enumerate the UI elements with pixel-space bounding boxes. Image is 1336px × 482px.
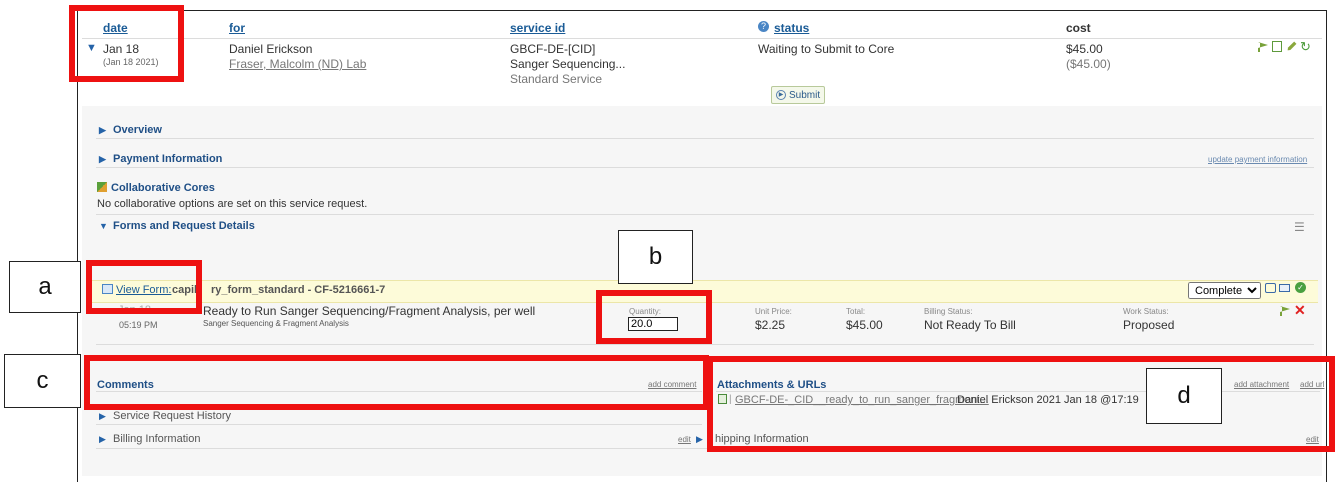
service-request-history-label: Service Request History [113, 410, 231, 422]
shipping-information-label[interactable]: hipping Information [715, 433, 809, 445]
update-payment-information-link[interactable]: update payment information [1208, 155, 1307, 164]
request-date: Jan 18 [103, 42, 140, 56]
refresh-icon[interactable]: ↻ [1300, 40, 1311, 53]
add-comment-link[interactable]: add comment [648, 380, 696, 389]
request-service-name: Sanger Sequencing... [510, 57, 626, 71]
form-name-end: ry_form_standard - CF-5216661-7 [211, 284, 386, 296]
attachments-divider [716, 391, 1320, 392]
unit-price-label: Unit Price: [755, 307, 792, 316]
payment-information-toggle[interactable]: ▶ Payment Information [99, 153, 222, 165]
header-divider [82, 38, 1322, 39]
view-form-link[interactable]: View Form: [116, 284, 171, 296]
expand-arrow-icon: ▶ [99, 434, 106, 444]
submit-button[interactable]: ▶ Submit [771, 86, 825, 104]
line-item-time: 05:19 PM [119, 320, 158, 330]
forms-request-details-toggle[interactable]: ▼ Forms and Request Details [99, 220, 255, 232]
overview-label: Overview [113, 124, 162, 136]
copy-icon[interactable] [1272, 41, 1282, 52]
collaborative-cores-icon [97, 182, 107, 192]
expand-arrow-icon: ▶ [99, 125, 106, 135]
forms-request-details-label: Forms and Request Details [113, 220, 255, 232]
delete-icon[interactable]: ✕ [1294, 302, 1306, 319]
request-cost-paren: ($45.00) [1066, 57, 1111, 71]
billing-information-toggle[interactable]: ▶ Billing Information [99, 433, 200, 445]
attachment-file-link[interactable]: GBCF-DE-_CID__ready_to_run_sanger_fragme… [735, 394, 989, 406]
callout-label-d: d [1146, 368, 1222, 424]
billing-status-value: Not Ready To Bill [924, 318, 1016, 332]
work-status-value: Proposed [1123, 318, 1175, 332]
callout-label-b: b [618, 230, 693, 284]
collaborative-cores-text: No collaborative options are set on this… [97, 198, 368, 210]
attachments-title: Attachments & URLs [717, 379, 827, 391]
total-label: Total: [846, 307, 866, 316]
payment-information-label: Payment Information [113, 153, 223, 165]
service-request-history-toggle[interactable]: ▶ Service Request History [99, 410, 231, 422]
request-service-id: GBCF-DE-[CID] [510, 42, 596, 56]
line-item-divider [96, 344, 1314, 345]
column-header-status[interactable]: status [774, 21, 809, 35]
column-header-service-id[interactable]: service id [510, 21, 565, 35]
flag-icon[interactable] [1258, 42, 1268, 52]
request-for-lab-link[interactable]: Fraser, Malcolm (ND) Lab [229, 57, 366, 71]
comments-title: Comments [97, 379, 154, 391]
form-document-icon [102, 284, 113, 294]
check-circle-icon[interactable]: ✓ [1295, 282, 1306, 293]
line-item-subtitle: Sanger Sequencing & Fragment Analysis [203, 319, 349, 328]
collab-divider [96, 214, 1314, 215]
request-service-type: Standard Service [510, 72, 603, 86]
shipping-expand-arrow-icon[interactable]: ▶ [696, 434, 703, 445]
collapse-arrow-icon: ▼ [99, 221, 108, 231]
request-cost: $45.00 [1066, 42, 1103, 56]
billing-status-label: Billing Status: [924, 307, 973, 316]
form-name-start: capil [172, 284, 198, 296]
billing-edit-link[interactable]: edit [678, 435, 691, 444]
status-help-icon[interactable]: ? [758, 21, 769, 32]
work-status-label: Work Status: [1123, 307, 1169, 316]
quantity-label: Quantity: [629, 307, 662, 316]
history-divider [96, 424, 702, 425]
play-circle-icon: ▶ [776, 90, 786, 100]
payment-divider [96, 167, 1314, 168]
collaborative-cores-label: Collaborative Cores [111, 182, 215, 194]
total-value: $45.00 [846, 318, 883, 332]
billing-information-label: Billing Information [113, 433, 201, 445]
overview-toggle[interactable]: ▶ Overview [99, 124, 162, 136]
line-item-title: Ready to Run Sanger Sequencing/Fragment … [203, 304, 536, 318]
comments-divider [96, 391, 702, 392]
callout-label-c: c [4, 354, 81, 408]
email-icon[interactable] [1279, 284, 1290, 292]
edit-icon[interactable] [1284, 39, 1300, 55]
line-item-date: Jan 18 [118, 304, 152, 316]
request-status: Waiting to Submit to Core [758, 42, 895, 56]
quantity-input[interactable] [628, 317, 678, 331]
request-for-name: Daniel Erickson [229, 42, 313, 56]
expand-arrow-icon: ▶ [99, 154, 106, 164]
column-header-date[interactable]: date [103, 21, 128, 35]
collaborative-cores-title: Collaborative Cores [97, 182, 215, 194]
submit-button-label: Submit [789, 89, 821, 101]
attachment-file-meta: Daniel Erickson 2021 Jan 18 @17:19 [957, 394, 1139, 406]
add-attachment-link[interactable]: add attachment [1234, 380, 1289, 389]
column-header-for[interactable]: for [229, 21, 245, 35]
column-header-cost: cost [1066, 21, 1091, 35]
form-status-select[interactable]: Completed [1188, 282, 1261, 299]
file-separator: | [729, 394, 732, 405]
expand-arrow-icon: ▶ [99, 411, 106, 421]
add-url-link[interactable]: add url [1300, 380, 1324, 389]
bottom-divider [96, 448, 1314, 449]
overview-divider [96, 138, 1314, 139]
request-date-full: (Jan 18 2021) [103, 57, 159, 67]
row-action-icons: ↻ [1258, 40, 1318, 54]
file-icon [718, 394, 727, 404]
callout-label-a: a [9, 261, 81, 313]
expand-row-toggle-icon[interactable]: ▼ [86, 42, 97, 54]
print-icon[interactable] [1265, 283, 1276, 293]
list-view-icon[interactable]: ☰ [1294, 220, 1305, 234]
unit-price-value: $2.25 [755, 318, 786, 332]
shipping-edit-link[interactable]: edit [1306, 435, 1319, 444]
